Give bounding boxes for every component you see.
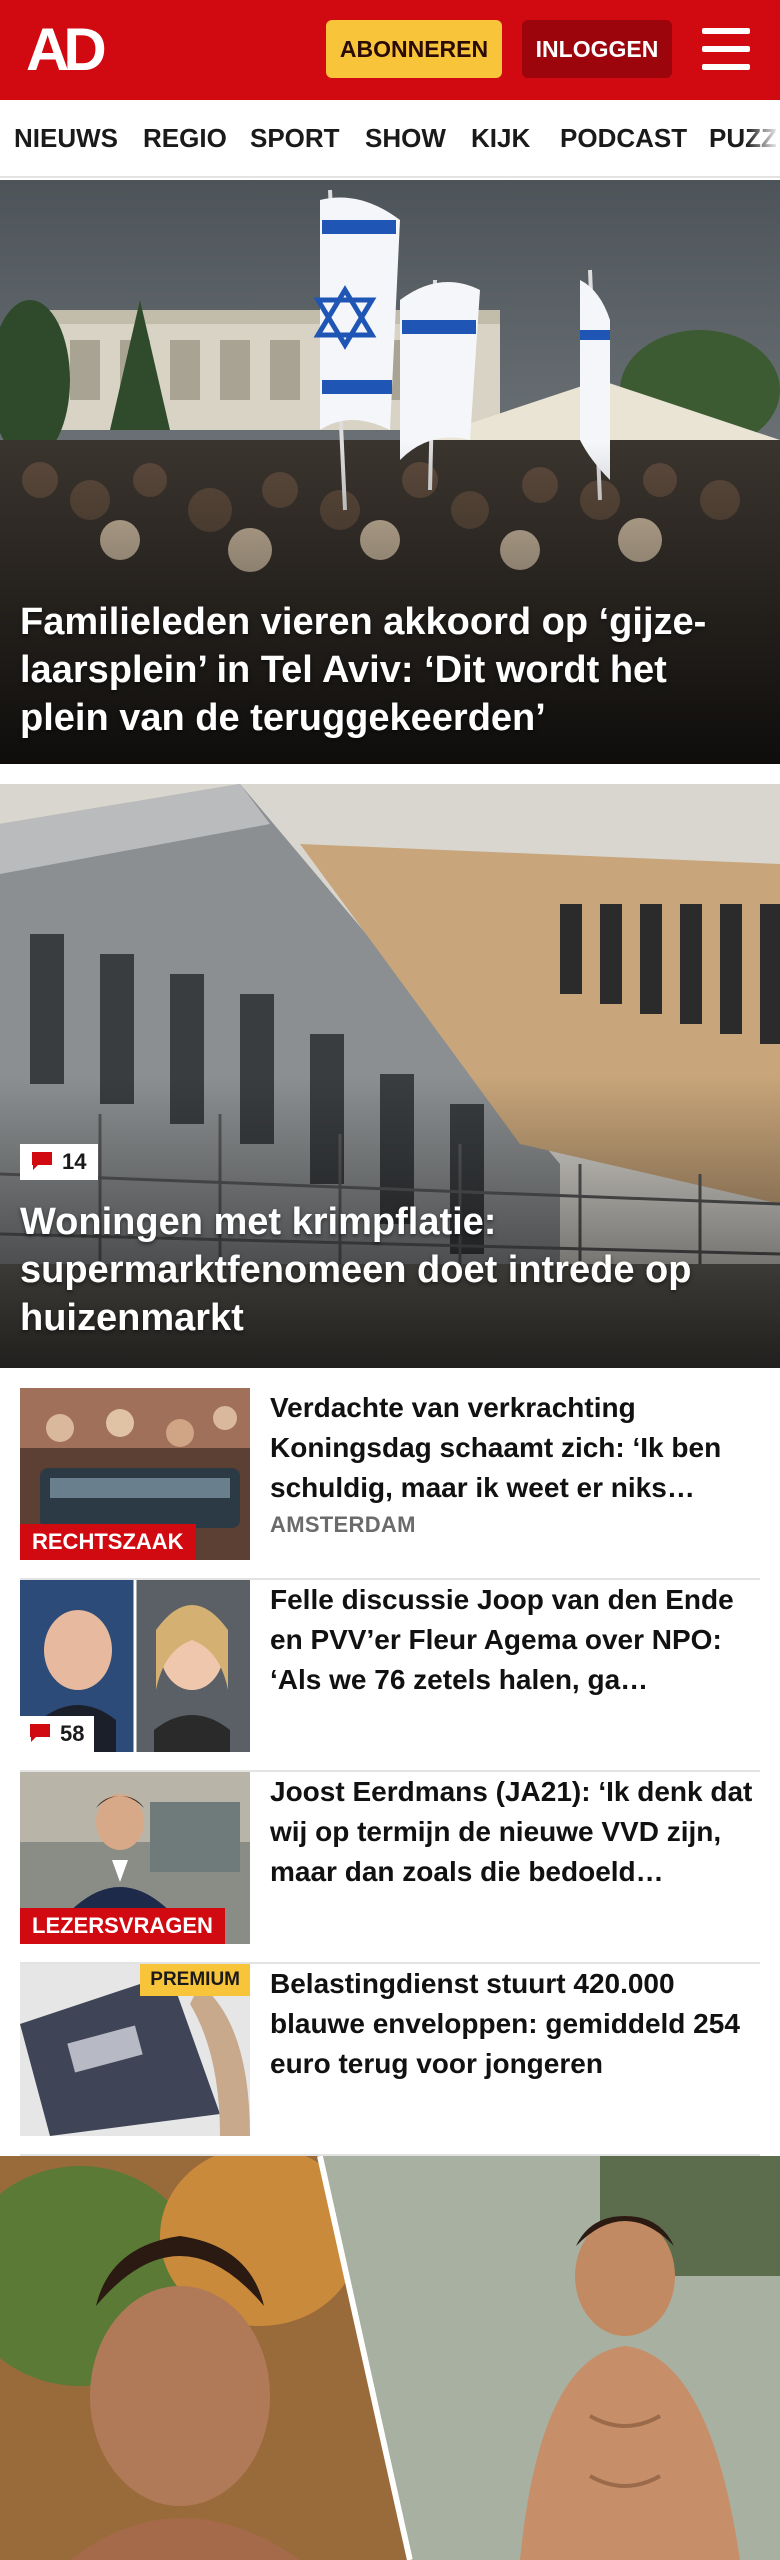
- comment-count: 14: [62, 1149, 87, 1174]
- article-thumbnail: LEZERSVRAGEN: [20, 1772, 250, 1944]
- article-location: AMSTERDAM: [270, 1512, 416, 1537]
- comment-icon: [32, 1152, 52, 1171]
- second-hero-headline[interactable]: Woningen met krimpflatie: supermarktfeno…: [20, 1198, 760, 1342]
- article-thumbnail: PREMIUM: [20, 1964, 250, 2136]
- category-tag[interactable]: LEZERSVRAGEN: [20, 1908, 225, 1944]
- menu-bar: [702, 46, 750, 52]
- menu-bar: [702, 28, 750, 34]
- hero-article[interactable]: Familieleden vieren akkoord op ‘gijze­la…: [0, 180, 780, 764]
- menu-bar: [702, 64, 750, 70]
- nav-item-regio[interactable]: REGIO: [143, 100, 227, 176]
- comment-count: 58: [60, 1721, 85, 1746]
- ronaldo-photo: [0, 2156, 780, 2560]
- nav-item-podcast[interactable]: PODCAST: [560, 100, 687, 176]
- hamburger-icon[interactable]: [700, 24, 752, 74]
- login-button[interactable]: INLOGGEN: [522, 20, 672, 78]
- article-headline[interactable]: Verdachte van verkrachting Koningsdag sc…: [270, 1388, 760, 1508]
- article-thumbnail: 58: [20, 1580, 250, 1752]
- comment-count-badge: 58: [20, 1716, 95, 1752]
- premium-badge: PREMIUM: [140, 1964, 250, 1996]
- list-item[interactable]: LEZERSVRAGEN Joost Eerdmans (JA21): ‘Ik …: [20, 1772, 760, 1964]
- article-headline[interactable]: Belastingdienst stuurt 420.000 blauwe en…: [270, 1964, 760, 2084]
- article-headline[interactable]: Joost Eerdmans (JA21): ‘Ik denk dat wij …: [270, 1772, 760, 1892]
- category-tag[interactable]: RECHTSZAAK: [20, 1524, 196, 1560]
- nav-item-sport[interactable]: SPORT: [250, 100, 340, 176]
- nav-scroll-fade: [746, 100, 780, 176]
- nav-item-kijk[interactable]: KIJK: [471, 100, 530, 176]
- nav-item-nieuws[interactable]: NIEUWS: [14, 100, 118, 176]
- list-item[interactable]: 58 Felle discussie Joop van den Ende en …: [20, 1580, 760, 1772]
- comment-count-badge: 14: [20, 1144, 99, 1180]
- subscribe-button[interactable]: ABONNEREN: [326, 20, 502, 78]
- ad-logo[interactable]: AD: [26, 20, 116, 80]
- section-nav: NIEUWS REGIO SPORT SHOW KIJK PODCAST PUZ…: [0, 100, 780, 178]
- list-item[interactable]: PREMIUM Belastingdienst stuurt 420.000 b…: [20, 1964, 760, 2156]
- list-item[interactable]: RECHTSZAAK Verdachte van verkrachting Ko…: [20, 1388, 760, 1580]
- article-headline[interactable]: Felle discussie Joop van den Ende en PVV…: [270, 1580, 760, 1700]
- nav-item-show[interactable]: SHOW: [365, 100, 446, 176]
- second-hero-article[interactable]: 14 Woningen met krimpflatie: supermarktf…: [0, 784, 780, 1368]
- hero-headline[interactable]: Familieleden vieren akkoord op ‘gijze­la…: [20, 598, 760, 742]
- next-hero-article[interactable]: [0, 2156, 780, 2560]
- comment-icon: [30, 1724, 50, 1743]
- top-header: AD ABONNEREN INLOGGEN: [0, 0, 780, 100]
- article-thumbnail: RECHTSZAAK: [20, 1388, 250, 1560]
